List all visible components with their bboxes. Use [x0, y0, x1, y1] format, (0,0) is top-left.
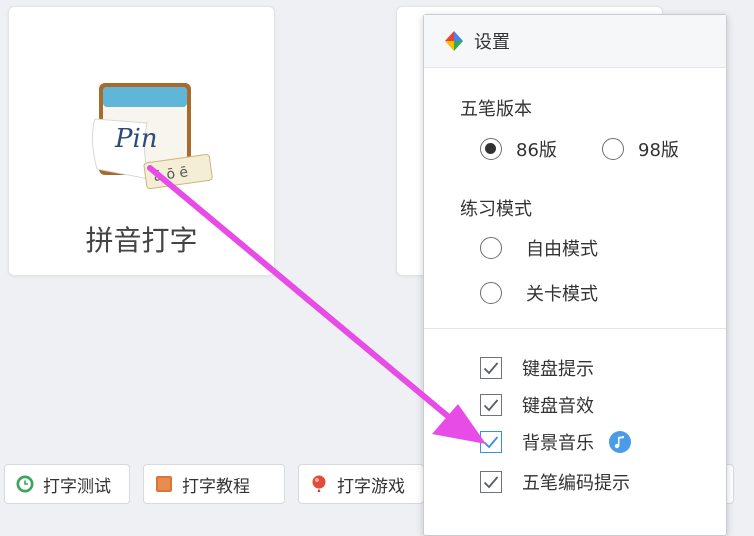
checkmark-icon — [483, 399, 499, 412]
balloon-icon — [312, 475, 326, 492]
typing-tutorial-button[interactable]: 打字教程 — [143, 464, 285, 504]
typing-game-button[interactable]: 打字游戏 — [298, 464, 424, 504]
checkbox-keyboard-sound-label: 键盘音效 — [522, 396, 594, 417]
checkbox-keyboard-sound[interactable]: 键盘音效 — [480, 392, 594, 418]
typing-test-label: 打字测试 — [43, 476, 111, 497]
settings-dialog: 设置 五笔版本 86版 98版 练习模式 自由模式 关卡模式 键盘提示 键盘音效… — [423, 14, 727, 536]
checkbox-keyboard-hint[interactable]: 键盘提示 — [480, 355, 594, 381]
mode-section-title: 练习模式 — [460, 199, 532, 220]
checkmark-icon — [483, 476, 499, 489]
pinyin-book-icon: Pin ā ō ē — [91, 83, 213, 190]
radio-level-label: 关卡模式 — [526, 284, 598, 305]
radio-free-indicator[interactable] — [480, 237, 502, 259]
radio-98-version[interactable]: 98版 — [602, 136, 679, 162]
radio-level-indicator[interactable] — [480, 282, 502, 304]
radio-free-label: 自由模式 — [526, 239, 598, 260]
typing-test-button[interactable]: 打字测试 — [4, 464, 130, 504]
radio-86-label: 86版 — [516, 140, 557, 161]
checkbox-wubi-code-hint-box[interactable] — [480, 471, 502, 493]
checkmark-icon — [483, 436, 499, 449]
typing-tutorial-label: 打字教程 — [182, 476, 250, 497]
svg-text:Pin: Pin — [114, 124, 158, 154]
radio-level-mode[interactable]: 关卡模式 — [480, 280, 598, 306]
checkbox-keyboard-sound-box[interactable] — [480, 394, 502, 416]
checkbox-keyboard-hint-box[interactable] — [480, 357, 502, 379]
checkbox-keyboard-hint-label: 键盘提示 — [522, 359, 594, 380]
app-logo-icon — [445, 31, 463, 51]
checkbox-wubi-code-hint[interactable]: 五笔编码提示 — [480, 469, 630, 495]
settings-divider — [424, 328, 726, 329]
version-section-title: 五笔版本 — [460, 99, 532, 120]
clock-icon — [16, 475, 34, 493]
music-note-icon[interactable] — [608, 430, 632, 454]
book-icon — [156, 476, 172, 492]
settings-dialog-title: 设置 — [474, 32, 510, 53]
settings-dialog-header: 设置 — [424, 15, 726, 68]
radio-98-label: 98版 — [638, 140, 679, 161]
checkbox-background-music-label: 背景音乐 — [522, 433, 594, 454]
typing-game-label: 打字游戏 — [337, 476, 405, 497]
checkbox-wubi-code-hint-label: 五笔编码提示 — [522, 473, 630, 494]
pinyin-typing-title: 拼音打字 — [85, 224, 198, 257]
radio-98-indicator[interactable] — [602, 138, 624, 160]
pinyin-typing-card[interactable]: Pin ā ō ē 拼音打字 — [8, 6, 275, 276]
checkbox-background-music[interactable]: 背景音乐 — [480, 429, 632, 455]
radio-86-version[interactable]: 86版 — [480, 136, 557, 162]
radio-86-indicator[interactable] — [480, 138, 502, 160]
radio-free-mode[interactable]: 自由模式 — [480, 235, 598, 261]
checkbox-background-music-box[interactable] — [480, 431, 502, 453]
checkmark-icon — [483, 362, 499, 375]
